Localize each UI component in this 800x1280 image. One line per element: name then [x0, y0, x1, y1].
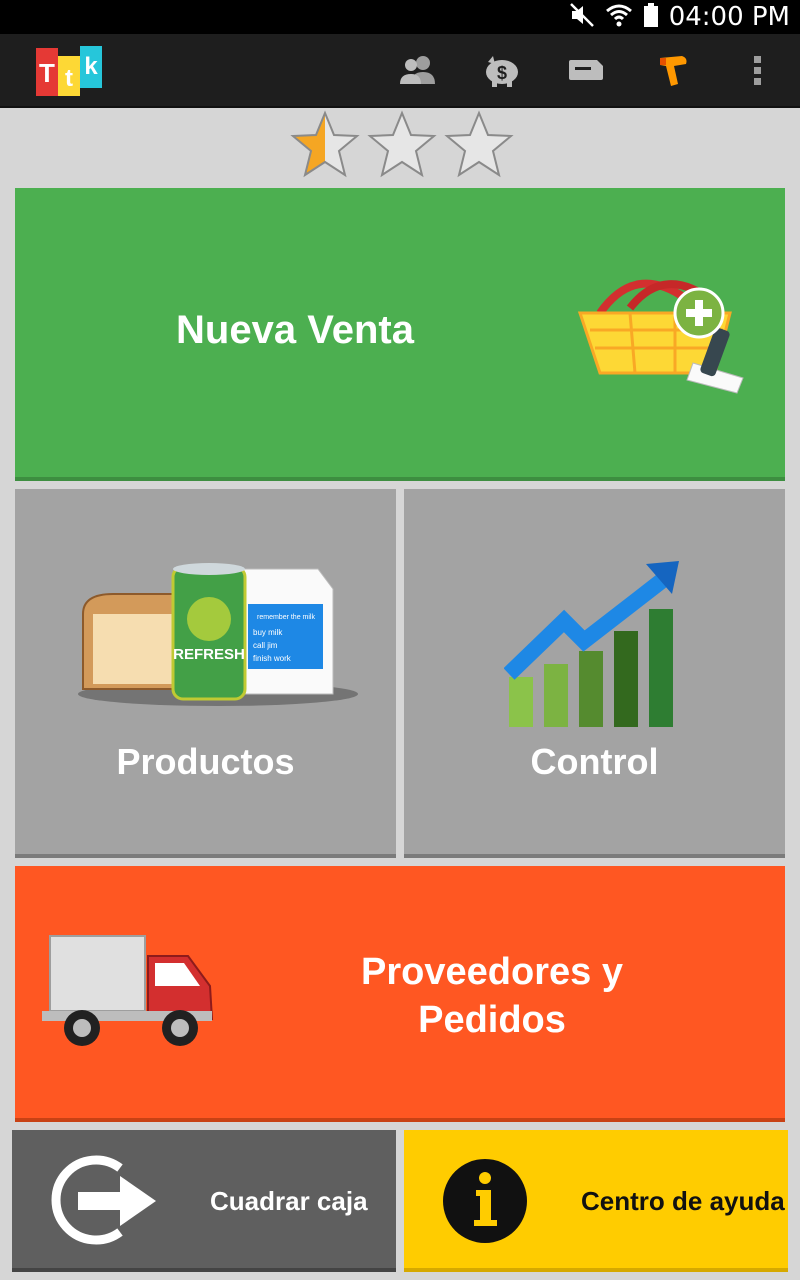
control-button[interactable]: Control — [404, 489, 785, 858]
proveedores-pedidos-button[interactable]: Proveedores y Pedidos — [15, 866, 785, 1122]
productos-button[interactable]: remember the milk buy milk call jim fini… — [15, 489, 396, 858]
star-rating[interactable] — [290, 110, 514, 180]
groceries-icon: remember the milk buy milk call jim fini… — [78, 563, 358, 706]
nueva-venta-button[interactable]: Nueva Venta — [15, 188, 785, 481]
growth-chart-icon — [504, 561, 679, 727]
svg-text:$: $ — [497, 63, 507, 83]
logout-arrow-icon — [51, 1155, 156, 1245]
clock: 04:00 PM — [668, 2, 790, 32]
control-label: Control — [530, 741, 659, 782]
delivery-truck-icon — [42, 935, 214, 1046]
info-icon — [443, 1159, 527, 1243]
svg-text:buy milk: buy milk — [253, 628, 283, 637]
clients-icon[interactable] — [396, 48, 440, 92]
proveedores-label: Proveedores y Pedidos — [361, 951, 623, 1041]
mute-icon — [569, 2, 595, 33]
svg-text:finish work: finish work — [253, 654, 292, 663]
cuadrar-caja-label: Cuadrar caja — [210, 1186, 368, 1216]
overflow-menu-icon[interactable] — [736, 48, 780, 92]
ticket-icon[interactable] — [564, 48, 608, 92]
star-empty-icon[interactable] — [444, 110, 514, 180]
svg-text:T: T — [39, 58, 55, 88]
wifi-icon — [605, 2, 633, 33]
cuadrar-caja-button[interactable]: Cuadrar caja — [12, 1130, 396, 1272]
app-logo[interactable]: T t k — [36, 42, 102, 98]
piggy-bank-icon[interactable]: $ — [480, 48, 524, 92]
svg-text:t: t — [65, 65, 73, 92]
shopping-basket-icon — [577, 279, 744, 394]
status-bar: 04:00 PM — [0, 0, 800, 34]
barcode-scanner-icon[interactable] — [652, 48, 696, 92]
centro-ayuda-button[interactable]: Centro de ayuda — [404, 1130, 788, 1272]
centro-ayuda-label: Centro de ayuda — [581, 1186, 785, 1216]
battery-icon — [643, 2, 659, 33]
svg-text:call jim: call jim — [253, 641, 278, 650]
nueva-venta-label: Nueva Venta — [176, 308, 414, 352]
star-empty-icon[interactable] — [367, 110, 437, 180]
action-bar: T t k $ — [0, 34, 800, 108]
productos-label: Productos — [116, 741, 295, 782]
svg-text:remember the milk: remember the milk — [257, 614, 315, 621]
star-half-icon[interactable] — [290, 110, 360, 180]
svg-text:k: k — [84, 53, 98, 80]
svg-text:REFRESH: REFRESH — [173, 646, 245, 663]
